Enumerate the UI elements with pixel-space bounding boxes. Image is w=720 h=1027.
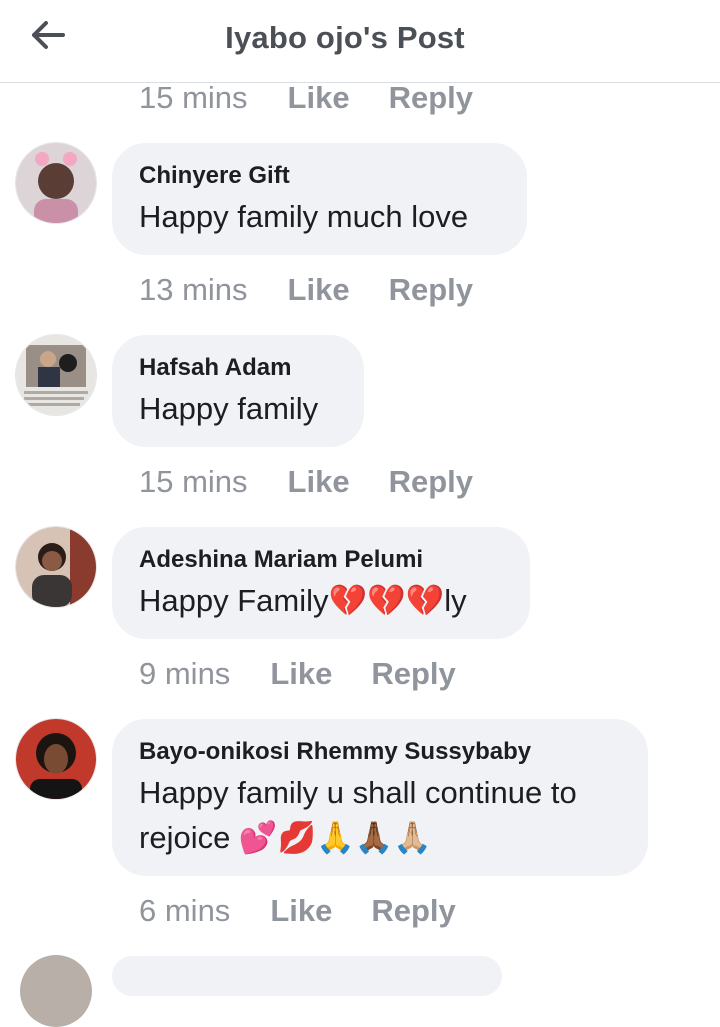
comment-bubble: Bayo-onikosi Rhemmy Sussybaby Happy fami… [112, 719, 648, 876]
comment-actions: 9 mins Like Reply [139, 654, 456, 694]
header: Iyabo ojo's Post [0, 0, 720, 83]
comment-time: 15 mins [139, 464, 248, 499]
reply-button[interactable]: Reply [389, 464, 473, 500]
comment-actions: 6 mins Like Reply [139, 891, 456, 931]
avatar[interactable] [16, 527, 96, 607]
commenter-name[interactable]: Hafsah Adam [139, 353, 337, 383]
reply-button[interactable]: Reply [389, 80, 473, 116]
comment-bubble: Hafsah Adam Happy family [112, 335, 364, 447]
comment-bubble [112, 956, 502, 996]
like-button[interactable]: Like [288, 464, 350, 500]
commenter-name[interactable]: Bayo-onikosi Rhemmy Sussybaby [139, 737, 621, 767]
commenter-name[interactable]: Adeshina Mariam Pelumi [139, 545, 503, 575]
comment-actions: 15 mins Like Reply [139, 462, 473, 502]
comment-actions: 13 mins Like Reply [139, 270, 473, 310]
like-button[interactable]: Like [270, 893, 332, 929]
comment-actions: 15 mins Like Reply [139, 78, 473, 118]
reply-button[interactable]: Reply [371, 656, 455, 692]
avatar[interactable] [16, 335, 96, 415]
comment-time: 6 mins [139, 893, 231, 928]
like-button[interactable]: Like [270, 656, 332, 692]
comment-bubble: Adeshina Mariam Pelumi Happy Family💔💔💔ly [112, 527, 530, 639]
avatar[interactable] [16, 719, 96, 799]
avatar[interactable] [20, 955, 92, 1027]
reply-button[interactable]: Reply [389, 272, 473, 308]
like-button[interactable]: Like [288, 80, 350, 116]
comment-time: 9 mins [139, 656, 231, 691]
comment-time: 15 mins [139, 80, 248, 115]
comment-bubble: Chinyere Gift Happy family much love [112, 143, 527, 255]
commenter-name[interactable]: Chinyere Gift [139, 161, 500, 191]
avatar[interactable] [16, 143, 96, 223]
reply-button[interactable]: Reply [371, 893, 455, 929]
comment-time: 13 mins [139, 272, 248, 307]
page-title: Iyabo ojo's Post [225, 20, 465, 55]
comment-text: Happy Family💔💔💔ly [139, 583, 467, 618]
comment-text: Happy family u shall continue to rejoice… [139, 775, 586, 855]
comment-text: Happy family much love [139, 199, 469, 234]
comment-text: Happy family [139, 391, 319, 426]
like-button[interactable]: Like [288, 272, 350, 308]
